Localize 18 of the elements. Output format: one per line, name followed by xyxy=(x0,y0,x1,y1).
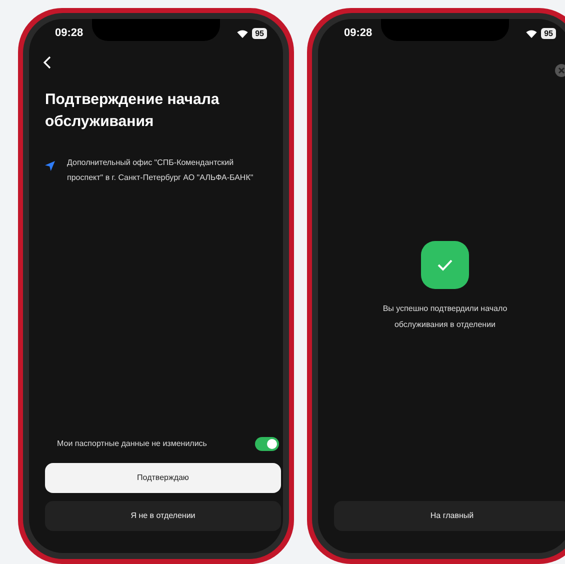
location-arrow-icon xyxy=(45,161,55,172)
success-message: Вы успешно подтвердили начало обслуживания в отделении xyxy=(382,303,508,331)
status-time: 09:28 xyxy=(344,26,372,42)
action-button[interactable]: Я не в отделении xyxy=(45,501,281,531)
battery-level: 95 xyxy=(541,28,556,39)
screen-title: Подтверждение начала обслуживания xyxy=(45,90,220,132)
confirm-button[interactable]: Подтверждаю xyxy=(45,463,281,493)
checkmark-icon xyxy=(437,259,453,271)
action-button[interactable]: На главный xyxy=(334,501,565,531)
office-address: Дополнительный офис "СПБ-Комендантский проспект" в г. Санкт-Петербург АО "АЛЬФА-БАНК" xyxy=(67,156,254,184)
wifi-icon xyxy=(237,30,248,38)
close-icon[interactable] xyxy=(555,64,565,78)
back-icon[interactable] xyxy=(43,56,51,70)
toggle-switch[interactable] xyxy=(255,437,279,451)
toggle-label: Мои паспортные данные не изменились xyxy=(57,438,207,450)
wifi-icon xyxy=(526,30,538,38)
status-time: 09:28 xyxy=(55,26,84,42)
battery-level: 95 xyxy=(252,28,267,39)
